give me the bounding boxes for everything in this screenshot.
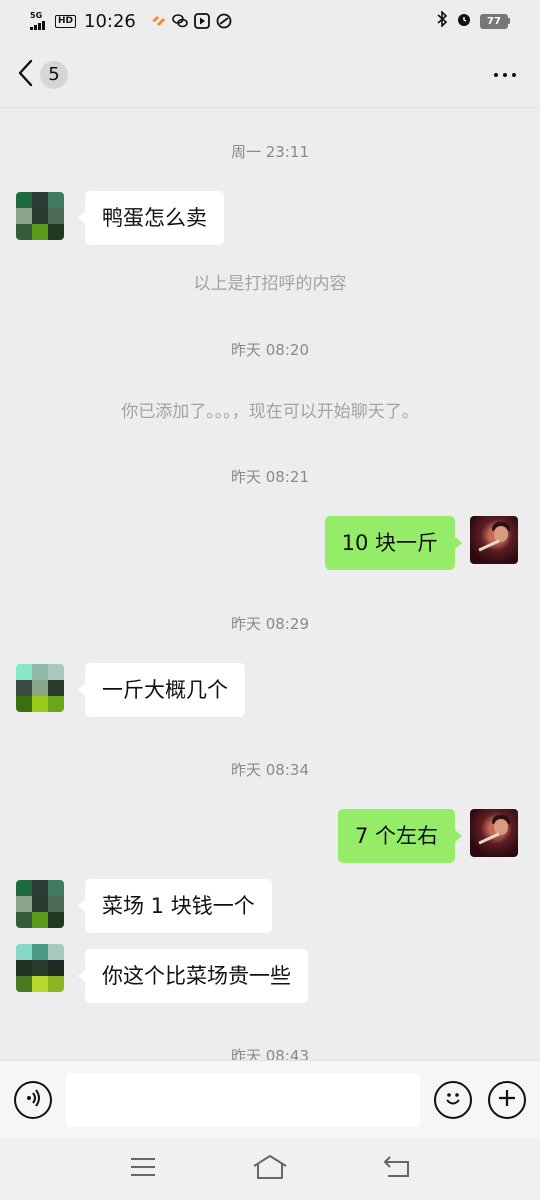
timestamp: 周一 23:11 — [231, 143, 309, 161]
my-avatar[interactable] — [470, 809, 518, 857]
contact-avatar[interactable] — [16, 880, 64, 928]
system-nav-bar — [0, 1138, 540, 1200]
my-avatar[interactable] — [470, 516, 518, 564]
status-time: 10:26 — [84, 10, 136, 32]
input-bar — [0, 1060, 540, 1138]
timestamp: 昨天 08:29 — [231, 615, 309, 633]
hd-icon: HD — [55, 14, 77, 28]
back-icon — [382, 1155, 412, 1183]
contact-avatar[interactable] — [16, 944, 64, 992]
plus-icon — [496, 1087, 518, 1113]
menu-button[interactable] — [123, 1149, 163, 1189]
emoji-icon — [442, 1087, 464, 1113]
system-message: 以上是打招呼的内容 — [193, 274, 347, 294]
home-button[interactable] — [250, 1149, 290, 1189]
alarm-icon — [456, 11, 472, 31]
home-icon — [252, 1154, 288, 1184]
message-list[interactable]: 周一 23:11 鸭蛋怎么卖 以上是打招呼的内容 昨天 08:20 你已添加了。… — [0, 108, 540, 1060]
more-button[interactable] — [486, 63, 524, 87]
unread-count-badge: 5 — [40, 60, 68, 89]
status-bar: 5G HD 10:26 77 — [0, 0, 540, 42]
message-bubble-incoming[interactable]: 你这个比菜场贵一些 — [78, 949, 308, 1003]
contact-avatar[interactable] — [16, 664, 64, 712]
wechat-icon — [172, 13, 188, 29]
more-dots-icon — [494, 72, 516, 77]
signal-icon: 5G — [30, 12, 45, 30]
timestamp: 昨天 08:20 — [231, 341, 309, 359]
voice-button[interactable] — [14, 1080, 52, 1119]
message-bubble-incoming[interactable]: 一斤大概几个 — [78, 663, 245, 717]
timestamp: 昨天 08:21 — [231, 468, 309, 486]
bluetooth-icon — [436, 10, 448, 31]
message-input[interactable] — [65, 1072, 420, 1127]
voice-icon — [22, 1087, 44, 1113]
message-bubble-incoming[interactable]: 菜场 1 块钱一个 — [78, 879, 272, 933]
emoji-button[interactable] — [434, 1080, 472, 1119]
system-message: 你已添加了。。。，现在可以开始聊天了。 — [121, 402, 419, 422]
app-icon — [216, 13, 232, 29]
timestamp: 昨天 08:34 — [231, 761, 309, 779]
back-button[interactable]: 5 — [16, 58, 68, 92]
chat-header: 5 — [0, 42, 540, 108]
battery-level: 77 — [480, 13, 508, 29]
timestamp: 昨天 08:43 — [231, 1047, 309, 1060]
message-bubble-incoming[interactable]: 鸭蛋怎么卖 — [78, 191, 224, 245]
contact-avatar[interactable] — [16, 192, 64, 240]
battery-icon: 77 — [480, 13, 510, 29]
message-bubble-outgoing[interactable]: 10 块一斤 — [324, 516, 463, 570]
back-nav-button[interactable] — [377, 1149, 417, 1189]
video-icon — [193, 13, 210, 29]
chat-screen: 5G HD 10:26 77 5 周一 23:11 鸭蛋怎么卖 以上是打招呼的内… — [0, 0, 540, 1200]
plus-button[interactable] — [488, 1080, 526, 1119]
taobao-icon — [150, 13, 166, 29]
message-bubble-outgoing[interactable]: 7 个左右 — [337, 809, 463, 863]
chevron-left-icon — [16, 58, 34, 92]
menu-icon — [129, 1156, 157, 1182]
network-type: 5G — [30, 11, 43, 20]
